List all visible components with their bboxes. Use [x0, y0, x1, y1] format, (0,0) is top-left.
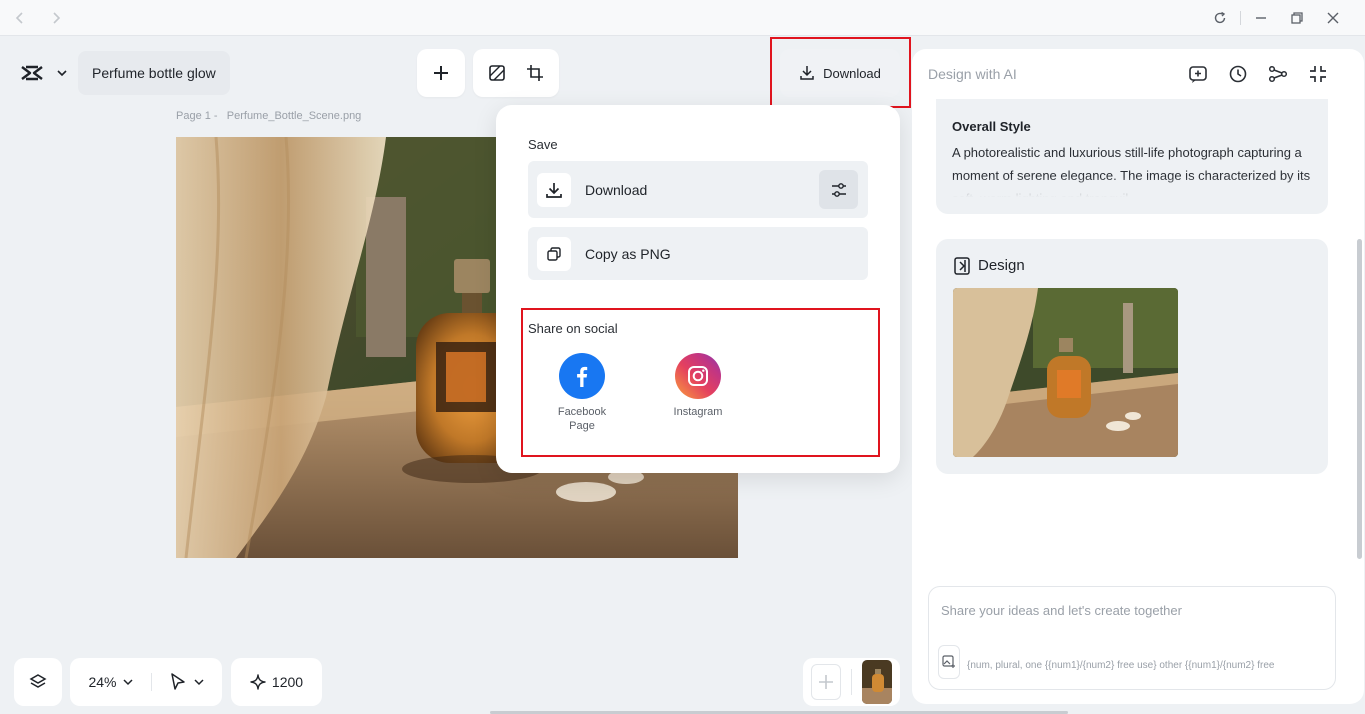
- facebook-label-line1: Facebook: [557, 406, 607, 418]
- design-thumbnail[interactable]: [953, 288, 1178, 457]
- copy-icon: [537, 236, 571, 271]
- chevron-down-icon[interactable]: [56, 67, 68, 79]
- style-card: Overall Style A photorealistic and luxur…: [936, 99, 1328, 214]
- title-bar: [0, 0, 1365, 36]
- design-icon: [954, 257, 970, 275]
- download-icon: [800, 66, 814, 80]
- facebook-icon: [559, 353, 605, 399]
- remove-background-icon[interactable]: [488, 64, 506, 82]
- file-name[interactable]: Perfume_Bottle_Scene.png: [227, 110, 362, 122]
- download-button-label: Download: [823, 65, 881, 81]
- download-option[interactable]: Download: [528, 161, 868, 218]
- restore-icon[interactable]: [1288, 9, 1306, 27]
- layers-button[interactable]: [14, 658, 62, 706]
- new-chat-icon[interactable]: [1186, 62, 1210, 86]
- design-heading: Design: [978, 257, 1025, 274]
- add-button[interactable]: [417, 49, 465, 97]
- page-number: Page 1 -: [176, 110, 218, 122]
- divider: [1240, 11, 1241, 25]
- instagram-icon: [675, 353, 721, 399]
- add-icon: [434, 66, 448, 80]
- instagram-label: Instagram: [673, 406, 723, 418]
- save-heading: Save: [528, 137, 558, 152]
- history-icon[interactable]: [1226, 62, 1250, 86]
- add-icon: [819, 675, 833, 689]
- page-label: Page 1 - Perfume_Bottle_Scene.png: [176, 110, 361, 122]
- download-icon: [537, 172, 571, 207]
- add-image-icon: [942, 655, 955, 668]
- share-facebook[interactable]: Facebook Page: [546, 353, 618, 433]
- add-page-button[interactable]: [811, 664, 841, 700]
- copy-png-label: Copy as PNG: [585, 245, 671, 262]
- sliders-icon: [831, 182, 846, 197]
- style-description: A photorealistic and luxurious still-lif…: [952, 141, 1312, 197]
- panel-scrollbar[interactable]: [1357, 239, 1362, 559]
- design-card: Design: [936, 239, 1328, 474]
- ai-panel: Design with AI Overall Style A photoreal…: [912, 49, 1364, 704]
- refresh-icon[interactable]: [1211, 9, 1229, 27]
- share-instagram[interactable]: Instagram: [662, 353, 734, 419]
- pointer-tool-icon[interactable]: [170, 673, 186, 691]
- add-image-button[interactable]: [938, 645, 960, 679]
- share-heading: Share on social: [528, 321, 618, 336]
- zoom-level[interactable]: 24%: [88, 674, 116, 690]
- project-title[interactable]: Perfume bottle glow: [78, 51, 230, 95]
- divider: [150, 673, 152, 691]
- minimize-icon[interactable]: [1252, 9, 1270, 27]
- chevron-down-icon[interactable]: [193, 677, 204, 687]
- download-option-label: Download: [585, 181, 648, 198]
- forward-icon[interactable]: [47, 9, 65, 27]
- page-strip: [803, 658, 900, 706]
- download-button[interactable]: Download: [780, 49, 900, 97]
- ai-panel-title: Design with AI: [928, 66, 1017, 82]
- project-header: Perfume bottle glow: [14, 50, 230, 96]
- close-icon[interactable]: [1324, 9, 1342, 27]
- layers-icon: [29, 674, 47, 688]
- copy-png-option[interactable]: Copy as PNG: [528, 227, 868, 280]
- canvas-tools: [473, 49, 559, 97]
- collapse-icon[interactable]: [1306, 62, 1330, 86]
- divider: [851, 669, 852, 695]
- zoom-controls: 24%: [70, 658, 222, 706]
- download-menu: Save Download Copy as PNG Share on socia…: [496, 105, 900, 473]
- prompt-input[interactable]: Share your ideas and let's create togeth…: [928, 586, 1336, 690]
- quota-text: {num, plural, one {{num1}/{num2} free us…: [967, 660, 1275, 671]
- resize-icon[interactable]: [526, 64, 544, 82]
- credits-button[interactable]: 1200: [231, 658, 322, 706]
- page-thumbnail[interactable]: [862, 660, 892, 704]
- app-logo-icon[interactable]: [14, 50, 50, 96]
- style-heading: Overall Style: [952, 119, 1031, 134]
- sparkle-icon: [250, 674, 266, 690]
- back-icon[interactable]: [11, 9, 29, 27]
- credits-count: 1200: [271, 674, 304, 690]
- facebook-label-line2: Page: [569, 420, 595, 432]
- share-flow-icon[interactable]: [1266, 62, 1290, 86]
- prompt-placeholder: Share your ideas and let's create togeth…: [941, 603, 1182, 618]
- chevron-down-icon[interactable]: [122, 677, 133, 687]
- download-settings-button[interactable]: [819, 170, 858, 209]
